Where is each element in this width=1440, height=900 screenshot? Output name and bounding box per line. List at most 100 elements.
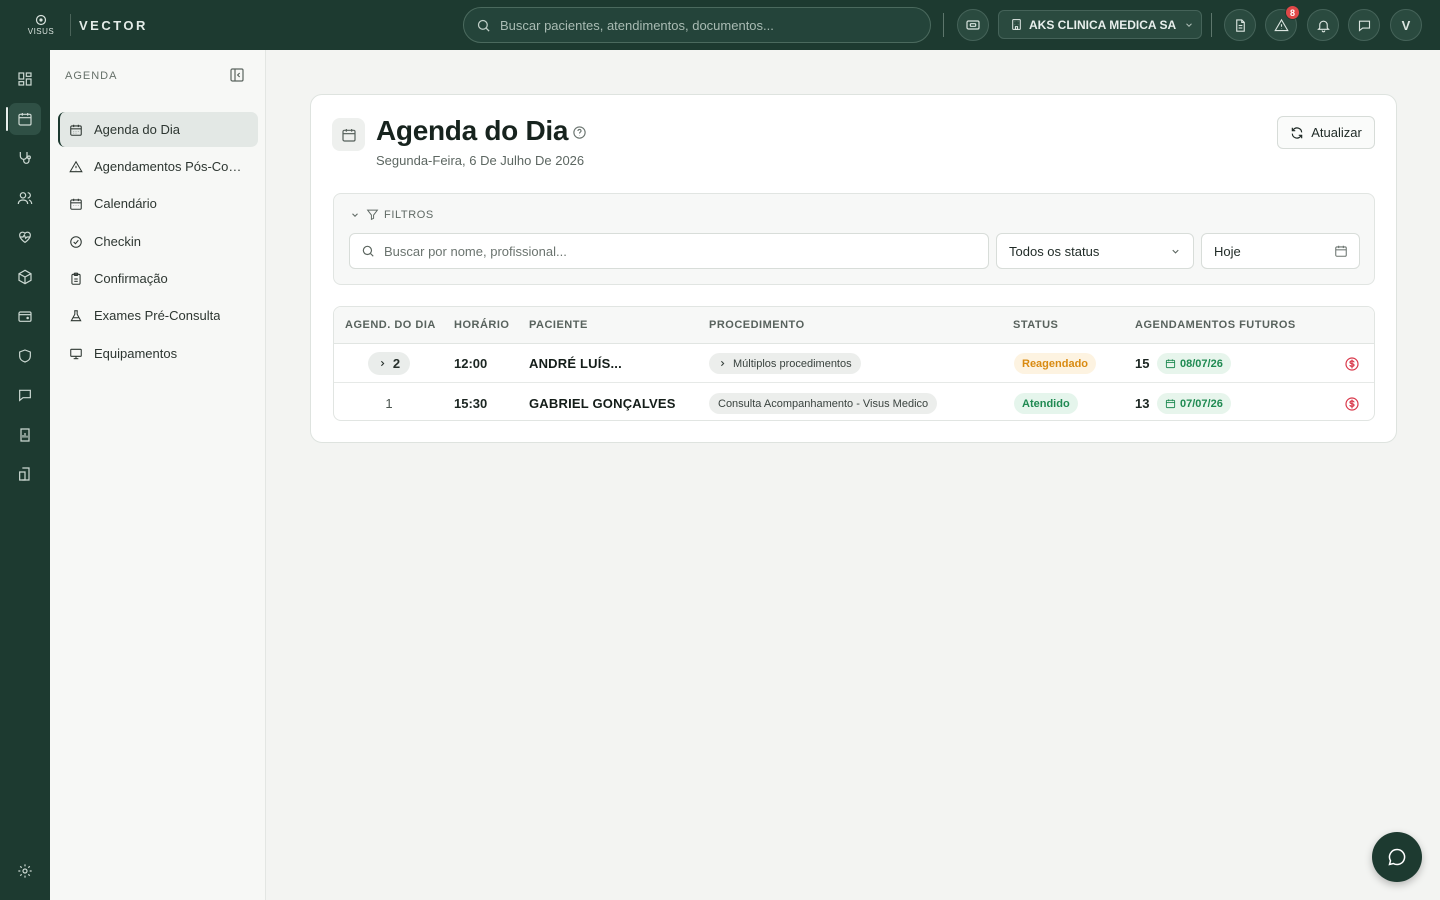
documents-button[interactable] bbox=[1224, 9, 1256, 41]
calendar-icon bbox=[18, 113, 32, 126]
logo-mark-icon bbox=[35, 14, 47, 26]
future-appointments-count: 13 bbox=[1135, 396, 1150, 411]
appointment-time: 12:00 bbox=[454, 356, 488, 371]
page-title: Agenda do Dia bbox=[376, 115, 569, 146]
rail-finance[interactable] bbox=[0, 298, 50, 334]
rail-chat[interactable] bbox=[0, 377, 50, 413]
rail-settings[interactable] bbox=[0, 853, 50, 889]
billing-button[interactable] bbox=[1344, 384, 1360, 420]
status-badge: Reagendado bbox=[1014, 353, 1097, 374]
sidebar-item-agendamentos-pos-consulta[interactable]: Agendamentos Pós-Consulta bbox=[58, 149, 258, 184]
filter-search[interactable] bbox=[349, 233, 989, 269]
search-icon bbox=[362, 245, 374, 257]
clinic-name: AKS CLINICA MEDICA SA bbox=[1029, 17, 1177, 32]
sidebar-item-exames-pre-consulta[interactable]: Exames Pré-Consulta bbox=[58, 298, 258, 333]
date-picker[interactable]: Hoje bbox=[1201, 233, 1360, 269]
ticket-icon bbox=[966, 20, 980, 30]
next-appointment-date[interactable]: 08/07/26 bbox=[1157, 353, 1231, 374]
rail-health[interactable] bbox=[0, 219, 50, 255]
search-icon bbox=[477, 19, 490, 32]
procedure-pill[interactable]: Consulta Acompanhamento - Visus Medico bbox=[709, 393, 938, 414]
document-icon bbox=[1235, 18, 1245, 32]
collapse-sidebar-button[interactable] bbox=[229, 67, 245, 83]
column-header[interactable]: PACIENTE bbox=[529, 319, 588, 331]
column-header[interactable]: STATUS bbox=[1013, 319, 1058, 331]
logo-text: VISUS bbox=[27, 27, 55, 36]
agenda-card: Agenda do Dia Segunda-Feira, 6 De Julho … bbox=[310, 94, 1397, 443]
procedure-label: Consulta Acompanhamento - Visus Medico bbox=[718, 397, 929, 410]
ticket-button[interactable] bbox=[957, 9, 989, 41]
sidebar-item-label: Exames Pré-Consulta bbox=[94, 308, 221, 323]
next-appointment-date[interactable]: 07/07/26 bbox=[1157, 393, 1231, 414]
refresh-button[interactable]: Atualizar bbox=[1277, 116, 1375, 149]
dollar-circle-icon bbox=[1345, 396, 1359, 411]
alerts-button[interactable]: 8 bbox=[1265, 5, 1300, 41]
user-avatar[interactable]: V bbox=[1390, 9, 1422, 41]
visus-logo[interactable]: VISUS bbox=[16, 14, 66, 36]
global-search[interactable] bbox=[463, 7, 931, 43]
rail-clinical[interactable] bbox=[0, 140, 50, 176]
agenda-sidebar: AGENDA Agenda do Dia Agendamentos Pós-Co… bbox=[50, 50, 266, 900]
rail-documents[interactable] bbox=[0, 456, 50, 492]
rail-patients[interactable] bbox=[0, 180, 50, 216]
global-search-input[interactable] bbox=[500, 17, 900, 33]
app-brand: VECTOR bbox=[79, 17, 148, 33]
messages-button[interactable] bbox=[1348, 9, 1380, 41]
rail-security[interactable] bbox=[0, 338, 50, 374]
filter-icon bbox=[366, 209, 379, 221]
column-header[interactable]: PROCEDIMENTO bbox=[709, 319, 805, 331]
filters-toggle[interactable]: FILTROS bbox=[350, 208, 434, 221]
rail-reports[interactable] bbox=[0, 417, 50, 453]
status-select[interactable]: Todos os status bbox=[996, 233, 1194, 269]
sidebar-item-equipamentos[interactable]: Equipamentos bbox=[58, 336, 258, 371]
procedure-label: Múltiplos procedimentos bbox=[733, 357, 852, 370]
patient-name[interactable]: GABRIEL GONÇALVES bbox=[529, 384, 676, 420]
sidebar-item-label: Equipamentos bbox=[94, 346, 178, 361]
refresh-icon bbox=[1291, 126, 1303, 139]
table-header: AGEND. DO DIA HORÁRIO PACIENTE PROCEDIME… bbox=[334, 307, 1374, 344]
warning-icon bbox=[1273, 18, 1289, 31]
gear-icon bbox=[18, 864, 32, 878]
patient-name[interactable]: ANDRÉ LUÍS... bbox=[529, 344, 622, 383]
chevron-right-icon bbox=[721, 360, 725, 367]
table-row[interactable]: 1 15:30 GABRIEL GONÇALVES Consulta Acomp… bbox=[334, 384, 1374, 420]
chevron-right-icon bbox=[380, 360, 385, 367]
sidebar-item-label: Confirmação bbox=[94, 271, 168, 286]
flask-icon bbox=[70, 309, 82, 321]
clinic-selector[interactable]: AKS CLINICA MEDICA SA bbox=[998, 10, 1202, 39]
message-icon bbox=[1358, 20, 1370, 32]
next-date-label: 07/07/26 bbox=[1180, 397, 1223, 410]
help-circle-icon bbox=[573, 126, 586, 139]
chat-support-button[interactable] bbox=[1372, 832, 1422, 882]
calendar-grid-icon bbox=[70, 198, 82, 210]
column-header[interactable]: AGEND. DO DIA bbox=[345, 319, 436, 331]
sidebar-item-calendario[interactable]: Calendário bbox=[58, 186, 258, 221]
sidebar-item-checkin[interactable]: Checkin bbox=[58, 224, 258, 259]
panel-collapse-icon bbox=[230, 68, 244, 82]
column-header[interactable]: HORÁRIO bbox=[454, 319, 509, 331]
appointment-time: 15:30 bbox=[454, 396, 488, 411]
filters-label: FILTROS bbox=[384, 208, 434, 221]
dollar-circle-icon bbox=[1345, 356, 1359, 371]
rail-inventory[interactable] bbox=[0, 259, 50, 295]
sidebar-item-confirmacao[interactable]: Confirmação bbox=[58, 261, 258, 296]
column-header[interactable]: AGENDAMENTOS FUTUROS bbox=[1135, 319, 1296, 331]
expand-row-button[interactable]: 2 bbox=[368, 352, 410, 375]
billing-button[interactable] bbox=[1344, 344, 1360, 383]
building-icon bbox=[1012, 19, 1021, 30]
page-date: Segunda-Feira, 6 De Julho De 2026 bbox=[376, 153, 585, 168]
notifications-button[interactable] bbox=[1307, 9, 1339, 41]
procedure-pill[interactable]: Múltiplos procedimentos bbox=[709, 353, 861, 374]
top-bar: VISUS VECTOR AKS CLINICA MEDICA SA 8 V bbox=[0, 0, 1440, 50]
next-date-label: 08/07/26 bbox=[1180, 357, 1223, 370]
filter-search-input[interactable] bbox=[384, 243, 964, 259]
dashboard-icon bbox=[18, 72, 32, 86]
help-button[interactable] bbox=[572, 125, 587, 140]
table-row[interactable]: 2 12:00 ANDRÉ LUÍS... Múltiplos procedim… bbox=[334, 344, 1374, 383]
sidebar-item-label: Agenda do Dia bbox=[94, 122, 181, 137]
rail-dashboard[interactable] bbox=[0, 61, 50, 97]
sidebar-item-agenda-do-dia[interactable]: Agenda do Dia bbox=[58, 112, 258, 147]
heart-pulse-icon bbox=[19, 231, 31, 244]
day-appointments-count: 1 bbox=[385, 396, 393, 411]
rail-agenda[interactable] bbox=[0, 101, 50, 137]
